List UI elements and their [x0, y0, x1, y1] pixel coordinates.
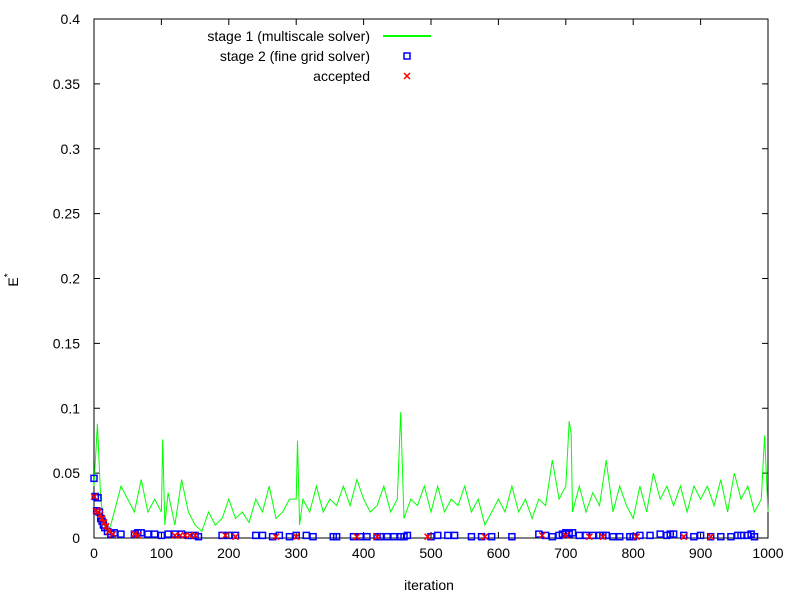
y-tick-label: 0.2 — [61, 271, 81, 287]
legend-label: stage 1 (multiscale solver) — [207, 28, 370, 44]
x-tick-label: 800 — [622, 545, 646, 561]
chart: 0 100 200 300 400 500 600 700 800 900 1000 0 0.05 0.… — [3, 11, 784, 593]
y-tick-label: 0.15 — [53, 335, 80, 351]
accepted-point — [707, 533, 715, 541]
y-tick-label: 0.05 — [53, 465, 80, 481]
stage1-series — [93, 412, 769, 533]
stage2-point — [690, 532, 698, 541]
stage2-point — [363, 532, 371, 541]
stage2-point — [164, 530, 172, 538]
y-axis-label-superscript: * — [3, 273, 14, 277]
x-tick-label: 500 — [419, 545, 443, 561]
stage2-point — [285, 532, 294, 541]
stage1-line — [93, 412, 769, 533]
y-axis: 0 0.05 0.1 0.15 0.2 0.25 0.3 0.35 0.4 — [53, 11, 768, 546]
y-tick-label: 0.25 — [53, 206, 80, 222]
plot-border — [93, 18, 769, 539]
y-axis-label-main: E — [5, 277, 21, 286]
legend-sample-cross — [403, 72, 411, 80]
stage2-point — [615, 532, 624, 541]
y-tick-label: 0.1 — [61, 400, 81, 416]
y-tick-label: 0.4 — [61, 11, 81, 27]
plot-frame — [93, 18, 769, 539]
x-tick-label: 1000 — [752, 545, 783, 561]
legend-sample-square — [403, 52, 411, 60]
stage2-point — [727, 532, 735, 541]
stage2-point — [117, 530, 125, 538]
x-axis: 0 100 200 300 400 500 600 700 800 900 1000 — [90, 19, 784, 561]
stage2-point — [656, 530, 664, 538]
x-tick-label: 900 — [689, 545, 713, 561]
y-tick-label: 0 — [72, 530, 80, 546]
stage2-point — [390, 532, 398, 541]
stage2-point — [609, 532, 617, 541]
stage2-point — [548, 532, 557, 541]
x-tick-label: 700 — [554, 545, 578, 561]
stage2-point — [150, 530, 159, 538]
legend: stage 1 (multiscale solver) stage 2 (fine… — [207, 28, 431, 84]
stage2-point — [467, 532, 476, 541]
y-axis-label: E* — [3, 273, 21, 286]
stage2-point — [717, 532, 725, 541]
x-axis-label: iteration — [404, 577, 454, 593]
stage2-point — [309, 532, 317, 541]
x-tick-label: 400 — [352, 545, 376, 561]
x-tick-label: 600 — [487, 545, 511, 561]
x-tick-label: 100 — [150, 545, 174, 561]
y-tick-label: 0.3 — [61, 141, 81, 157]
y-tick-label: 0.35 — [53, 76, 80, 92]
x-tick-label: 0 — [90, 545, 98, 561]
legend-label: accepted — [313, 68, 370, 84]
stage2-point — [487, 532, 496, 541]
stage2-point — [383, 532, 391, 541]
legend-label: stage 2 (fine grid solver) — [220, 48, 370, 64]
stage2-point — [144, 530, 152, 538]
x-tick-label: 300 — [285, 545, 309, 561]
x-tick-label: 200 — [217, 545, 241, 561]
stage2-point — [508, 532, 516, 541]
